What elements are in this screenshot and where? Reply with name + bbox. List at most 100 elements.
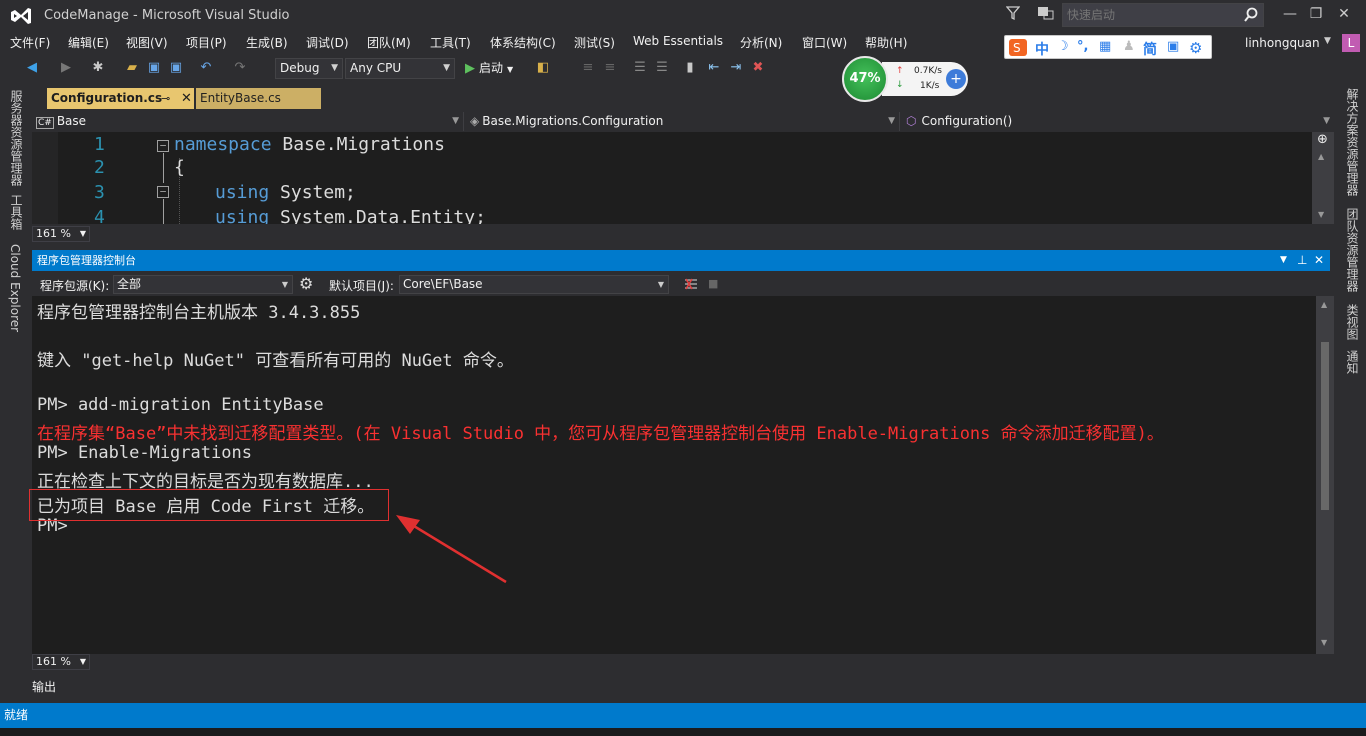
solution-explorer-tab[interactable]: 解决方案资源管理器 <box>1344 88 1361 196</box>
save-all-icon[interactable]: ▣ <box>168 60 184 76</box>
save-icon[interactable]: ▣ <box>146 60 162 76</box>
menu-team[interactable]: 团队(M) <box>367 34 411 51</box>
scroll-up-icon[interactable]: ▲ <box>1321 300 1327 309</box>
comment-icon[interactable]: ☰ <box>632 60 648 76</box>
prev-bookmark-icon[interactable]: ⇤ <box>706 60 722 76</box>
plus-icon[interactable]: + <box>946 69 966 89</box>
minimize-button[interactable]: — <box>1278 2 1302 26</box>
user-name[interactable]: linhongquan <box>1245 36 1320 50</box>
close-window-button[interactable]: ✕ <box>1332 2 1356 26</box>
console-zoom-select[interactable]: 161 % ▼ <box>32 654 90 670</box>
sogou-logo-icon: S <box>1009 39 1027 56</box>
keyboard-icon[interactable]: ▦ <box>1099 39 1111 54</box>
toolbox-tab[interactable]: 工具箱 <box>8 194 25 230</box>
user-icon[interactable]: ♟ <box>1123 39 1135 54</box>
moon-icon[interactable]: ☽ <box>1057 39 1069 54</box>
chevron-down-icon: ▼ <box>1323 116 1330 126</box>
filter-icon[interactable] <box>1006 5 1020 21</box>
scroll-down-icon[interactable]: ▼ <box>1321 638 1327 647</box>
outdent-icon[interactable]: ≡ <box>602 60 618 76</box>
stop-icon[interactable]: ■ <box>708 277 718 290</box>
skin-icon[interactable]: ▣ <box>1167 39 1179 54</box>
notifications-tab[interactable]: 通知 <box>1344 350 1361 374</box>
next-bookmark-icon[interactable]: ⇥ <box>728 60 744 76</box>
team-explorer-tab[interactable]: 团队资源管理器 <box>1344 208 1361 292</box>
menu-edit[interactable]: 编辑(E) <box>68 34 109 51</box>
pin-icon[interactable]: ⊥ <box>1297 250 1307 271</box>
menu-analyze[interactable]: 分析(N) <box>740 34 782 51</box>
menu-project[interactable]: 项目(P) <box>186 34 227 51</box>
gear-icon[interactable]: ⚙ <box>1189 39 1202 57</box>
tab-output[interactable]: 输出 <box>32 678 56 695</box>
server-explorer-tab[interactable]: 服务器资源管理器 <box>8 90 25 186</box>
collapse-icon[interactable]: − <box>157 140 169 152</box>
quick-launch[interactable] <box>1062 3 1264 27</box>
start-debugging-button[interactable]: ▶ 启动 ▼ <box>465 58 513 79</box>
type-dropdown[interactable]: ◈ Base.Migrations.Configuration ▼ <box>466 112 900 131</box>
ime-simplified[interactable]: 简 <box>1143 39 1157 59</box>
user-menu-chevron-down-icon[interactable]: ▼ <box>1324 36 1331 46</box>
menu-web-essentials[interactable]: Web Essentials <box>633 34 723 48</box>
avatar[interactable]: L <box>1342 34 1360 52</box>
console-line: 程序包管理器控制台主机版本 3.4.3.855 <box>37 303 361 323</box>
menu-view[interactable]: 视图(V) <box>126 34 168 51</box>
open-file-icon[interactable]: ▰ <box>124 60 140 76</box>
console-vertical-scrollbar[interactable]: ▲ ▼ <box>1316 296 1334 654</box>
forward-icon[interactable]: ▶ <box>58 60 74 76</box>
member-dropdown[interactable]: ⬡ Configuration() ▼ <box>902 112 1334 131</box>
quick-launch-input[interactable] <box>1063 4 1243 26</box>
restore-button[interactable]: ❐ <box>1304 2 1328 26</box>
undo-icon[interactable]: ↶ <box>198 60 214 76</box>
editor-zoom-select[interactable]: 161 % ▼ <box>32 226 90 242</box>
default-project-select[interactable]: Core\EF\Base ▼ <box>399 275 669 294</box>
console-output[interactable]: 程序包管理器控制台主机版本 3.4.3.855 键入 "get-help NuG… <box>32 296 1316 654</box>
clear-bookmarks-icon[interactable]: ✖ <box>750 60 766 76</box>
menu-debug[interactable]: 调试(D) <box>306 34 349 51</box>
ime-toolbar[interactable]: S 中 ☽ °, ▦ ♟ 简 ▣ ⚙ <box>1004 35 1212 59</box>
package-source-select[interactable]: 全部 ▼ <box>113 275 293 294</box>
bookmark-icon[interactable]: ▮ <box>682 60 698 76</box>
network-speed-widget[interactable]: ↑ 0.7K/s ↓ 1K/s + 47% <box>842 56 969 102</box>
editor-vertical-scrollbar[interactable]: ⊕ ▲ ▼ <box>1312 132 1334 224</box>
scroll-down-icon[interactable]: ▼ <box>1318 210 1324 219</box>
new-project-icon[interactable]: ✱ <box>90 60 106 76</box>
menu-build[interactable]: 生成(B) <box>246 34 288 51</box>
close-icon[interactable]: ✕ <box>181 88 192 109</box>
console-horizontal-scrollbar[interactable]: 161 % ▼ <box>32 654 1334 670</box>
cloud-explorer-tab[interactable]: Cloud Explorer <box>8 244 22 332</box>
editor-horizontal-scrollbar[interactable] <box>92 226 1312 242</box>
menu-help[interactable]: 帮助(H) <box>865 34 907 51</box>
scroll-thumb[interactable] <box>1321 342 1329 510</box>
menu-test[interactable]: 测试(S) <box>574 34 615 51</box>
chevron-down-icon: ▼ <box>452 116 459 126</box>
settings-gear-icon[interactable]: ⚙ <box>299 274 313 293</box>
solution-configuration-select[interactable]: Debug ▼ <box>275 58 343 79</box>
indent-icon[interactable]: ≡ <box>580 60 596 76</box>
menu-architecture[interactable]: 体系结构(C) <box>490 34 556 51</box>
redo-icon[interactable]: ↷ <box>232 60 248 76</box>
menu-tools[interactable]: 工具(T) <box>430 34 471 51</box>
memory-percent: 47% <box>842 56 888 102</box>
close-icon[interactable]: ✕ <box>1314 250 1324 271</box>
tab-configuration-cs[interactable]: Configuration.cs ⊸ ✕ <box>47 88 194 109</box>
scroll-up-icon[interactable]: ▲ <box>1318 152 1324 161</box>
collapse-icon[interactable]: − <box>157 186 169 198</box>
back-icon[interactable]: ◀ <box>24 60 40 76</box>
class-view-tab[interactable]: 类视图 <box>1344 304 1361 340</box>
menu-window[interactable]: 窗口(W) <box>802 34 847 51</box>
uncomment-icon[interactable]: ☰ <box>654 60 670 76</box>
feedback-icon[interactable] <box>1036 5 1054 21</box>
tab-entitybase-cs[interactable]: EntityBase.cs <box>196 88 321 109</box>
pin-icon[interactable]: ⊸ <box>161 88 170 109</box>
panel-menu-chevron-down-icon[interactable]: ▼ <box>1280 250 1287 271</box>
code-editor[interactable]: 1 2 3 4 − − namespace Base.Migrations { … <box>32 132 1312 224</box>
project-dropdown[interactable]: C# Base ▼ <box>32 112 464 131</box>
menu-file[interactable]: 文件(F) <box>10 34 50 51</box>
punctuation-icon[interactable]: °, <box>1077 39 1088 54</box>
solution-platform-select[interactable]: Any CPU ▼ <box>345 58 455 79</box>
browser-link-icon[interactable]: ◧ <box>535 60 551 76</box>
split-icon[interactable]: ⊕ <box>1317 132 1328 147</box>
ime-mode-chinese[interactable]: 中 <box>1035 39 1049 59</box>
search-icon[interactable] <box>1244 7 1258 23</box>
clear-console-icon[interactable] <box>684 277 698 291</box>
